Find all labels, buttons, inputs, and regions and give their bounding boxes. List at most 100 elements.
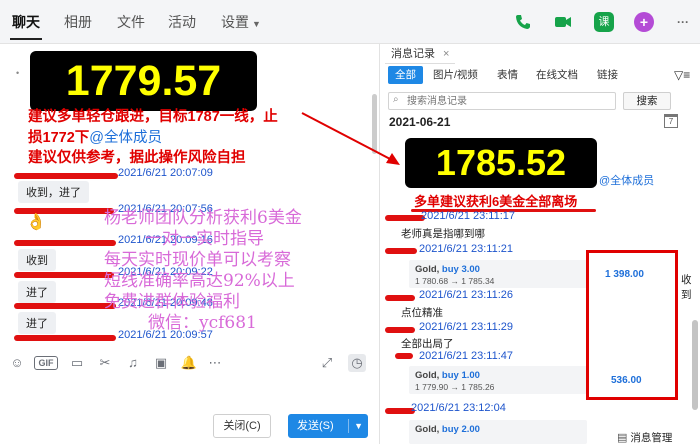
search-button-label: 搜索 (636, 95, 658, 107)
result-text: 多单建议获利6美金全部离场 (414, 194, 578, 209)
message-bubble[interactable]: 进了 (18, 312, 56, 334)
trade-head: Gold, buy 3.00 (415, 264, 480, 275)
tab-all[interactable]: 全部 (388, 66, 423, 84)
message-text: 收到，进了 (26, 187, 81, 199)
message-text: 收到 (26, 255, 48, 267)
music-icon[interactable]: ♫ (124, 354, 142, 372)
chevron-down-icon[interactable]: ▼ (354, 415, 363, 437)
entry-timestamp: 2021/6/21 23:11:21 (419, 243, 513, 255)
tab-settings[interactable]: 设置 ▼ (221, 0, 261, 44)
price-value: 1779.57 (65, 57, 222, 105)
message-manage[interactable]: ▤ 消息管理 (617, 430, 672, 444)
trade-product: Gold, (415, 424, 440, 435)
more-label: ··· (677, 15, 689, 29)
add-app-label: + (639, 14, 649, 30)
entry-text: 点位精准 (401, 307, 443, 319)
tab-docs-label: 在线文档 (536, 69, 578, 81)
history-title-tab[interactable]: 消息记录 × (385, 44, 456, 64)
entry-timestamp: 2021/6/21 23:11:17 (421, 210, 515, 222)
tab-stickers-label: 表情 (497, 69, 518, 81)
tab-activity[interactable]: 活动 (168, 0, 196, 44)
message-bubble[interactable]: 收到 (18, 249, 56, 271)
close-icon[interactable]: × (443, 48, 449, 60)
message-bubble[interactable]: 收到，进了 (18, 181, 89, 203)
video-call-icon[interactable] (553, 12, 573, 32)
calendar-day: 7 (668, 117, 674, 126)
history-scrollbar[interactable] (692, 320, 698, 410)
entry-text: 老师真是指哪到哪 (401, 228, 485, 240)
watermark-line: 杨老师团队分析获利6美金 (104, 208, 302, 228)
trade-card[interactable]: Gold, buy 2.00 (409, 420, 587, 444)
watermark-line: 免费进群体验福利 (104, 292, 240, 312)
history-clock-icon[interactable]: ◷ (348, 354, 366, 372)
tab-chat[interactable]: 聊天 (10, 0, 42, 44)
history-title: 消息记录 (391, 48, 435, 60)
close-button-label: 关闭(C) (223, 420, 261, 432)
gif-icon[interactable]: GIF (34, 356, 58, 370)
trade-action: buy 1.00 (441, 370, 480, 381)
trade-card[interactable]: Gold, buy 1.00 1 779.90 → 1 785.26 (409, 366, 587, 394)
mention-all[interactable]: @全体成员 (599, 172, 654, 188)
advice-line-1: 建议多单轻仓跟进，目标1787一线，止 (28, 109, 278, 125)
tab-docs[interactable]: 在线文档 (536, 66, 578, 84)
tab-album[interactable]: 相册 (64, 0, 92, 44)
manage-icon: ▤ (617, 432, 628, 444)
more-icon[interactable]: ··· (673, 12, 693, 32)
emoji-label: 👌 (26, 214, 46, 231)
redacted-sender (385, 248, 417, 254)
message-text: 进了 (26, 318, 48, 330)
add-app-icon[interactable]: + (634, 12, 654, 32)
trade-product: Gold, (415, 264, 440, 275)
send-divider (348, 419, 349, 433)
entry-timestamp: 2021/6/21 23:11:47 (419, 350, 513, 362)
tab-links-label: 链接 (597, 69, 618, 81)
message-timestamp: 2021/6/21 20:07:09 (118, 167, 213, 179)
tab-stickers[interactable]: 表情 (497, 66, 518, 84)
send-button-label: 发送(S) (297, 420, 334, 432)
class-icon[interactable]: 课 (594, 12, 614, 32)
chat-scrollbar[interactable] (372, 94, 377, 154)
tab-files-label: 文件 (117, 14, 145, 30)
scissors-icon[interactable]: ✂ (96, 354, 114, 372)
message-bubble[interactable]: 进了 (18, 281, 56, 303)
message-text: 进了 (26, 287, 48, 299)
tab-files[interactable]: 文件 (117, 0, 145, 44)
ok-hand-emoji: 👌 (26, 212, 46, 232)
trade-action: buy 3.00 (441, 264, 480, 275)
entry-timestamp: 2021/6/21 23:11:26 (419, 289, 513, 301)
watermark-line: 短线准确率高达92%以上 (104, 271, 295, 291)
redacted-sender (14, 240, 116, 246)
redacted-sender (385, 327, 415, 333)
search-button[interactable]: 搜索 (623, 92, 671, 110)
calendar-icon[interactable]: 7 (664, 114, 678, 128)
watermark-line: 一对一实时指导 (145, 229, 264, 249)
tab-album-label: 相册 (64, 14, 92, 30)
phone-icon[interactable] (513, 12, 533, 32)
filter-icon[interactable]: ▽≡ (674, 66, 690, 84)
tab-links[interactable]: 链接 (597, 66, 618, 84)
more-tools-icon[interactable]: ⋯ (206, 354, 224, 372)
tab-media[interactable]: 图片/视频 (433, 66, 478, 84)
expand-icon[interactable]: ⤢ (318, 354, 336, 372)
emoji-icon[interactable]: ☺ (8, 354, 26, 372)
bell-icon[interactable]: 🔔 (180, 354, 198, 372)
close-button[interactable]: 关闭(C) (213, 414, 271, 438)
tab-media-label: 图片/视频 (433, 69, 478, 81)
trade-card[interactable]: Gold, buy 3.00 1 780.68 → 1 785.34 (409, 260, 587, 288)
history-price-screenshot[interactable]: 1785.52 (405, 138, 597, 188)
image-icon[interactable]: ▣ (152, 354, 170, 372)
tab-all-label: 全部 (395, 69, 416, 81)
message-history-pane: 消息记录 × 全部 图片/视频 表情 在线文档 链接 ▽≡ ⌕ 搜索 2021-0… (381, 44, 700, 444)
mention-all[interactable]: @全体成员 (89, 130, 162, 146)
tab-settings-label: 设置 (221, 14, 249, 30)
redacted-sender (14, 303, 116, 309)
class-icon-label: 课 (598, 16, 610, 28)
send-button[interactable]: 发送(S) ▼ (288, 414, 368, 438)
trade-price-path: 1 780.68 → 1 785.34 (415, 276, 495, 286)
folder-icon[interactable]: ▭ (68, 354, 86, 372)
history-search-box[interactable]: ⌕ (388, 92, 616, 110)
price-screenshot[interactable]: 1779.57 (30, 51, 257, 111)
history-filter-tabs: 全部 图片/视频 表情 在线文档 链接 ▽≡ (381, 64, 700, 86)
history-search-input[interactable] (407, 94, 607, 108)
trade-action: buy 2.00 (441, 424, 480, 435)
